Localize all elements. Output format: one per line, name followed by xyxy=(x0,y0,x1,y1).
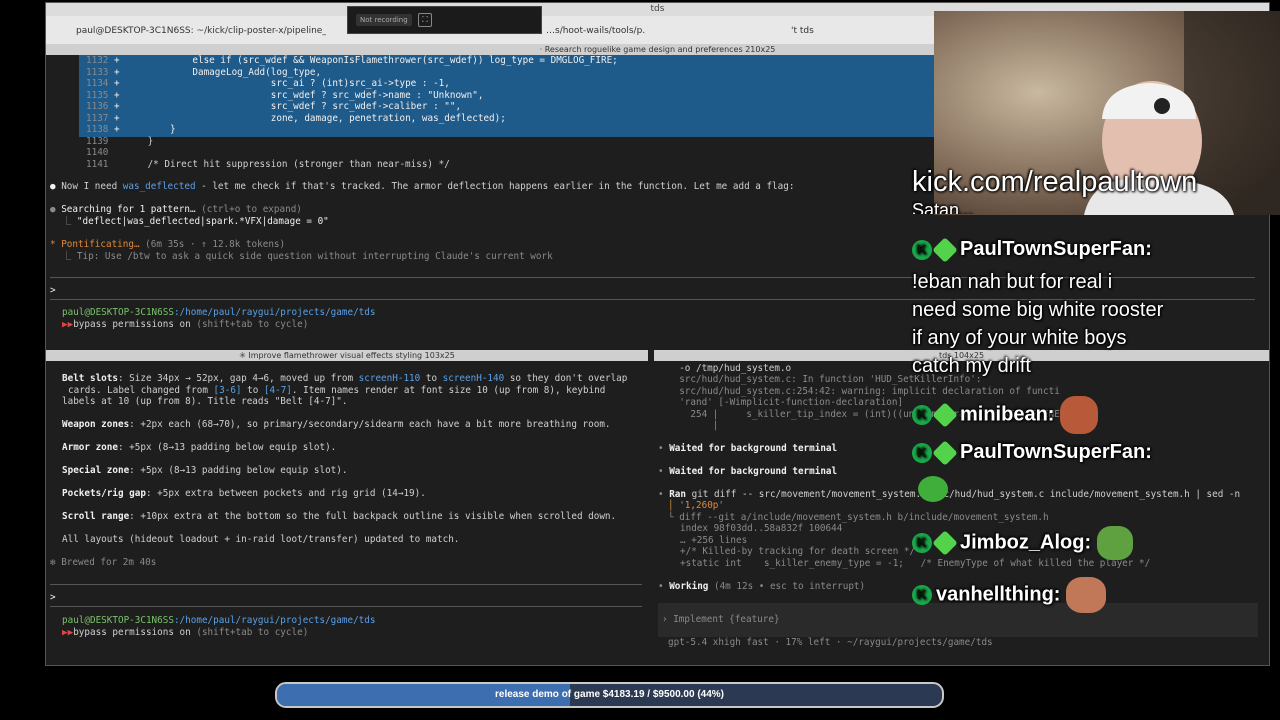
all-layouts: All layouts (hideout loadout + in-raid l… xyxy=(62,534,460,545)
cwd-line: paul@DESKTOP-3C1N6SS:/home/paul/raygui/p… xyxy=(62,307,376,318)
left-cwd-line: paul@DESKTOP-3C1N6SS:/home/paul/raygui/p… xyxy=(62,615,376,626)
working-status: • Working (4m 12s • esc to interrupt) xyxy=(658,581,866,592)
armor-zone: Armor zone: +5px (8→13 padding below equ… xyxy=(62,442,337,453)
chat-message-line: catch my drift xyxy=(912,355,1031,377)
search-status: ● Searching for 1 pattern… (ctrl+o to ex… xyxy=(50,204,302,215)
sub-badge-icon xyxy=(932,439,958,466)
emote-icon xyxy=(1097,526,1134,560)
waited-status-2: • Waited for background terminal xyxy=(658,466,838,477)
tip-text: ⎿ Tip: Use /btw to ask a quick side ques… xyxy=(62,251,553,262)
left-pane-header: ✳ Improve flamethrower visual effects st… xyxy=(46,350,648,361)
diff-line: 1138 + } xyxy=(86,124,176,135)
sub-badge-icon xyxy=(932,236,958,263)
diff-out-2: index 98f03dd..58a832f 100644 xyxy=(680,523,843,534)
left-bypass-line: ▶▶bypass permissions on (shift+tab to cy… xyxy=(62,627,309,638)
model-footer: gpt-5.4 xhigh fast · 17% left · ~/raygui… xyxy=(668,637,993,648)
search-pattern: ⎿ "deflect|was_deflected|spark.*VFX|dama… xyxy=(62,216,329,227)
chat-user-5: Kvanhellthing: xyxy=(912,577,1107,613)
left-input-top-rule xyxy=(50,584,642,585)
cut-off-chat-text: Satan... xyxy=(912,200,975,214)
left-input-bottom-rule xyxy=(50,606,642,607)
chat-message-line: !eban nah but for real i xyxy=(912,271,1113,293)
chat-message-line: if any of your white boys xyxy=(912,327,1127,349)
tab-clip-poster[interactable]: paul@DESKTOP-3C1N6SS: ~/kick/clip-poster… xyxy=(76,20,326,42)
window-title: tds xyxy=(650,4,665,14)
left-pane-title: ✳ Improve flamethrower visual effects st… xyxy=(239,351,455,360)
diff-out-3: … +256 lines xyxy=(680,535,748,546)
kick-badge-icon: K xyxy=(912,533,932,553)
kick-badge-icon: K xyxy=(912,442,932,463)
diff-line: 1133 + DamageLog_Add(log_type, xyxy=(86,66,322,78)
pontificating-status: * Pontificating… (6m 35s · ↑ 12.8k token… xyxy=(50,239,286,250)
chat-user-4: K Jimboz_Alog: xyxy=(912,526,1134,560)
sub-badge-icon xyxy=(932,530,958,556)
code-line: 1141 /* Direct hit suppression (stronger… xyxy=(86,158,450,170)
diff-line: 1136 + src_wdef ? src_wdef->caliber : ""… xyxy=(86,101,462,112)
pepe-emote-icon xyxy=(918,476,948,502)
kick-badge-icon: K xyxy=(912,239,932,260)
codex-input-placeholder[interactable]: › Implement {feature} xyxy=(662,614,780,626)
kick-badge-icon: K xyxy=(912,405,932,425)
recording-indicator[interactable]: Not recording ⛶ xyxy=(347,6,542,34)
diff-line: 1132 + else if (src_wdef && WeaponIsFlam… xyxy=(86,55,618,66)
chat-user-2: Kminibean: xyxy=(912,396,1099,434)
pockets-rig-gap: Pockets/rig gap: +5px extra between pock… xyxy=(62,488,426,499)
diff-out-4: +/* Killed-by tracking for death screen … xyxy=(680,546,916,557)
diff-out-1: └ diff --git a/include/movement_system.h… xyxy=(668,512,1049,523)
build-line-4: 'rand' [-Wimplicit-function-declaration] xyxy=(668,397,904,408)
belt-slots-line1: Belt slots: Size 34px → 52px, gap 4→6, m… xyxy=(62,373,628,384)
belt-slots-line3: labels at 10 (up from 8). Title reads "B… xyxy=(62,396,348,407)
progress-label: release demo of game $4183.19 / $9500.00… xyxy=(494,689,725,700)
sub-badge-icon xyxy=(932,402,958,428)
diff-line: 1137 + zone, damage, penetration, was_de… xyxy=(86,112,506,124)
diff-line: 1134 + src_ai ? (int)src_ai->type : -1, xyxy=(86,78,450,89)
tab-tds[interactable]: 't tds xyxy=(791,20,911,42)
brewed-status: ✻ Brewed for 2m 40s xyxy=(50,557,157,568)
chat-user-3: K PaulTownSuperFan: xyxy=(912,439,1152,466)
build-line-6: | xyxy=(668,420,719,431)
donation-progress-bar: release demo of game $4183.19 / $9500.00… xyxy=(275,682,944,708)
kick-url: kick.com/realpaultown xyxy=(912,166,1198,198)
kick-badge-icon: K xyxy=(912,585,932,605)
belt-slots-line2: cards. Label changed from [3-6] to [4-7]… xyxy=(68,385,606,396)
ran-arg: │ '1,260p' xyxy=(668,500,724,511)
tab-hoot-wails[interactable]: …s/hoot-wails/tools/p… xyxy=(546,20,646,42)
scroll-range: Scroll range: +10px extra at the bottom … xyxy=(62,511,617,522)
diff-line: 1135 + src_wdef ? src_wdef->name : "Unkn… xyxy=(86,89,484,101)
left-pane[interactable]: Belt slots: Size 34px → 52px, gap 4→6, m… xyxy=(46,361,648,664)
ran-command: • Ran git diff -- src/movement/movement_… xyxy=(658,489,1241,500)
assistant-note: ● Now I need was_deflected - let me chec… xyxy=(50,181,795,192)
left-prompt-input[interactable]: > xyxy=(50,592,56,604)
emote-icon xyxy=(1060,396,1099,434)
weapon-zones: Weapon zones: +2px each (68→70), so prim… xyxy=(62,419,611,430)
recording-label: Not recording xyxy=(356,14,412,26)
top-pane-title: · Research roguelike game design and pre… xyxy=(539,45,776,54)
special-zone: Special zone: +5px (8→13 padding below e… xyxy=(62,465,348,476)
chat-message-1: !eban nah but for real i need some big w… xyxy=(912,268,1163,380)
chat-user-1: K PaulTownSuperFan: xyxy=(912,236,1152,263)
code-line: 1140 xyxy=(86,147,109,158)
emote-icon xyxy=(1066,577,1107,613)
code-line: 1139 } xyxy=(86,135,154,147)
waited-status-1: • Waited for background terminal xyxy=(658,443,838,454)
fullscreen-icon[interactable]: ⛶ xyxy=(418,13,432,27)
prompt-input[interactable]: > xyxy=(50,285,56,297)
chat-message-line: need some big white rooster xyxy=(912,299,1164,321)
build-line-1: -o /tmp/hud_system.o xyxy=(668,363,792,374)
bypass-line: ▶▶bypass permissions on (shift+tab to cy… xyxy=(62,319,309,330)
